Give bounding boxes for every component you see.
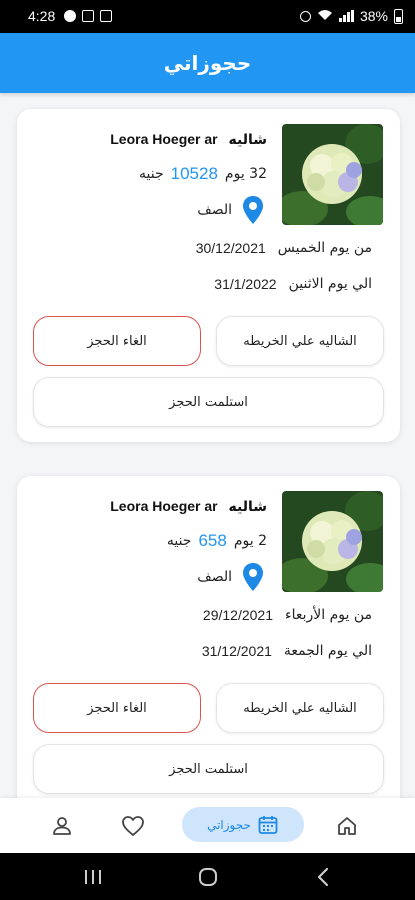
battery-text: 38% <box>359 8 388 24</box>
cancel-booking-button[interactable]: الغاء الحجز <box>33 683 201 733</box>
from-date-row: من يوم الأربعاء 29/12/2021 <box>203 607 372 623</box>
to-label: الي يوم الجمعة <box>283 643 372 659</box>
system-home-button[interactable] <box>193 853 223 900</box>
chalet-title: شاليه Leora Hoeger ar <box>110 131 267 148</box>
chalet-image[interactable] <box>282 124 383 225</box>
chalet-title: شاليه Leora Hoeger ar <box>110 498 267 515</box>
recent-apps-button[interactable] <box>78 853 108 900</box>
duration-price: 2 يوم 658 جنيه <box>167 531 267 551</box>
home-circle-icon <box>199 867 217 886</box>
bookings-list[interactable]: شاليه Leora Hoeger ar 32 يوم 10528 جنيه … <box>0 93 415 798</box>
location-name: الصف <box>197 202 232 218</box>
duration: 32 يوم <box>224 166 267 182</box>
cancel-booking-button[interactable]: الغاء الحجز <box>33 316 201 366</box>
duration: 2 يوم <box>233 533 267 549</box>
map-button[interactable]: الشاليه علي الخريطه <box>216 316 384 366</box>
nav-profile[interactable] <box>48 798 76 853</box>
bottom-navigation: حجوزاتي <box>0 798 415 853</box>
notification-icons <box>64 10 112 22</box>
duration-price: 32 يوم 10528 جنيه <box>139 164 267 184</box>
location-pin-icon <box>243 196 263 224</box>
booking-card: شاليه Leora Hoeger ar 2 يوم 658 جنيه الص… <box>17 476 400 798</box>
gallery-icon <box>100 10 112 22</box>
chalet-image[interactable] <box>282 491 383 592</box>
status-indicators: 38% <box>299 8 403 24</box>
nav-home[interactable] <box>330 798 364 853</box>
location: الصف <box>197 195 264 225</box>
map-button[interactable]: الشاليه علي الخريطه <box>216 683 384 733</box>
from-label: من يوم الأربعاء <box>285 607 372 623</box>
location-pin-icon <box>243 563 263 591</box>
from-date-row: من يوم الخميس 30/12/2021 <box>196 240 372 256</box>
alarm-icon <box>299 10 311 22</box>
booking-card: شاليه Leora Hoeger ar 32 يوم 10528 جنيه … <box>17 109 400 442</box>
currency: جنيه <box>139 166 164 182</box>
from-date: 30/12/2021 <box>195 240 266 256</box>
received-booking-button[interactable]: استلمت الحجز <box>33 744 384 794</box>
from-label: من يوم الخميس <box>277 240 372 256</box>
battery-icon <box>394 8 403 24</box>
to-date-row: الي يوم الجمعة 31/12/2021 <box>202 643 372 659</box>
received-booking-button[interactable]: استلمت الحجز <box>33 377 384 427</box>
heart-icon <box>122 815 144 836</box>
chalet-name: Leora Hoeger ar <box>110 498 218 514</box>
page-title: حجوزاتي <box>163 51 252 75</box>
price: 10528 <box>170 164 218 183</box>
person-icon <box>53 816 71 835</box>
calendar-icon <box>258 815 278 834</box>
chalet-name: Leora Hoeger ar <box>110 131 218 147</box>
signal-icon <box>338 10 354 22</box>
currency: جنيه <box>166 533 192 549</box>
price: 658 <box>198 531 227 550</box>
back-chevron-icon <box>317 867 329 886</box>
nav-bookings[interactable]: حجوزاتي <box>182 807 304 842</box>
status-bar: 4:28 38% <box>0 0 415 33</box>
to-date-row: الي يوم الاثنين 31/1/2022 <box>214 276 372 292</box>
location-name: الصف <box>197 569 232 585</box>
to-label: الي يوم الاثنين <box>288 276 372 292</box>
to-date: 31/1/2022 <box>214 276 277 292</box>
location: الصف <box>197 562 264 592</box>
home-icon <box>338 816 356 835</box>
monitor-icon <box>82 10 94 22</box>
title-prefix: شاليه <box>228 132 268 148</box>
system-navigation-bar <box>0 853 415 900</box>
system-back-button[interactable] <box>308 853 338 900</box>
app-header: حجوزاتي <box>0 33 415 93</box>
title-prefix: شاليه <box>228 499 268 515</box>
nav-favorites[interactable] <box>118 798 148 853</box>
from-date: 29/12/2021 <box>202 607 273 623</box>
status-time: 4:28 <box>28 8 56 24</box>
messenger-icon <box>64 10 76 22</box>
wifi-icon <box>317 8 333 24</box>
recent-apps-icon <box>85 869 101 884</box>
to-date: 31/12/2021 <box>201 643 272 659</box>
nav-bookings-label: حجوزاتي <box>207 817 251 832</box>
